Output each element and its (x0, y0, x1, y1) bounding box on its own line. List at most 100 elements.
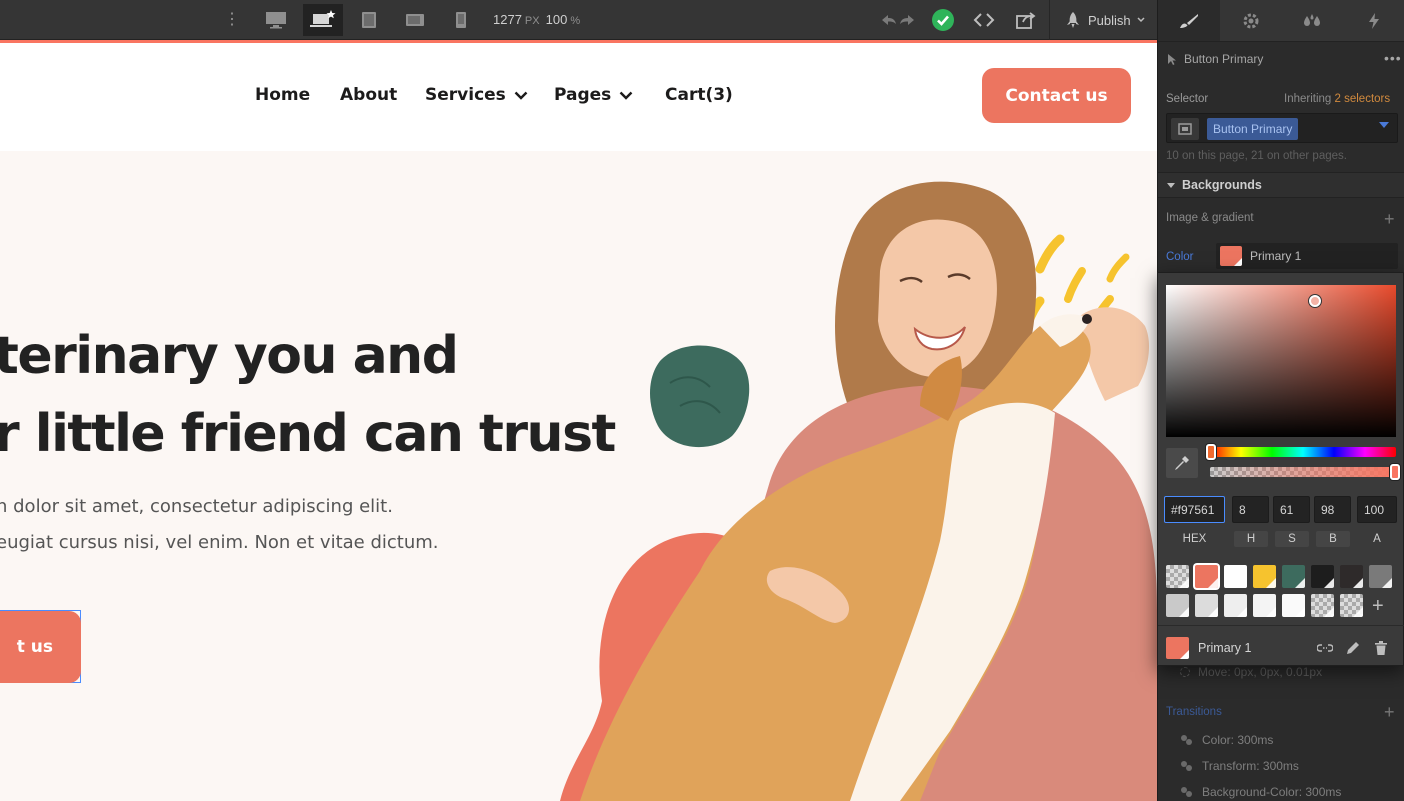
site-navbar: Home About Services Pages Cart(3) Contac… (0, 43, 1157, 151)
hue-slider-handle[interactable] (1206, 444, 1216, 460)
hero-contact-button[interactable]: t us (0, 611, 81, 683)
color-swatch[interactable] (1166, 565, 1189, 588)
color-swatch[interactable] (1282, 565, 1305, 588)
color-swatch[interactable] (1195, 594, 1218, 617)
nav-link-services[interactable]: Services (425, 85, 528, 105)
background-color-field[interactable]: Primary 1 (1216, 243, 1398, 269)
color-variable-row[interactable]: Primary 1 (1166, 635, 1398, 661)
publish-button[interactable]: Publish (1058, 6, 1151, 34)
hex-input[interactable]: #f97561 (1164, 496, 1225, 523)
selector-chip[interactable]: Button Primary (1207, 118, 1299, 140)
tab-style[interactable] (1158, 0, 1220, 41)
tab-interactions[interactable] (1343, 0, 1404, 41)
selector-state-icon[interactable] (1171, 118, 1199, 140)
saturation-brightness-area[interactable] (1166, 285, 1396, 437)
add-transition-icon[interactable]: + (1384, 703, 1395, 721)
saturation-brightness-handle[interactable] (1309, 295, 1321, 307)
chevron-down-icon (619, 91, 633, 100)
share-button[interactable] (1006, 4, 1046, 36)
breakpoint-mobile-landscape-button[interactable] (395, 4, 435, 36)
saturation-input[interactable]: 61 (1273, 496, 1310, 523)
transitions-label: Transitions (1166, 706, 1222, 718)
transition-row[interactable]: Background-Color: 300ms (1180, 785, 1341, 799)
code-export-button[interactable] (964, 4, 1004, 36)
nav-link-label: Services (425, 85, 506, 105)
transition-row[interactable]: Color: 300ms (1180, 733, 1273, 747)
hue-input[interactable]: 8 (1232, 496, 1269, 523)
width-value: 1277 (493, 12, 522, 27)
color-swatch[interactable] (1311, 594, 1334, 617)
more-horizontal-icon[interactable]: ••• (1384, 50, 1402, 66)
nav-link-cart[interactable]: Cart(3) (665, 85, 733, 105)
publish-status-button[interactable] (923, 4, 963, 36)
edit-variable-button[interactable] (1344, 639, 1362, 657)
selector-label: Selector (1166, 93, 1209, 105)
transition-row[interactable]: Transform: 300ms (1180, 759, 1299, 773)
color-swatch[interactable] (1369, 565, 1392, 588)
nav-contact-button[interactable]: Contact us (982, 68, 1131, 123)
width-unit: PX (524, 15, 540, 27)
trash-icon (1375, 641, 1387, 655)
unlink-icon (1317, 644, 1333, 652)
selector-dropdown-icon[interactable] (1379, 122, 1389, 128)
caret-down-icon (1167, 183, 1175, 188)
brush-icon (1179, 13, 1198, 28)
nav-link-label: Home (255, 85, 311, 105)
button-element-icon (1168, 54, 1176, 65)
color-swatch[interactable] (1195, 565, 1218, 588)
add-background-icon[interactable]: + (1384, 210, 1395, 228)
backgrounds-section-header[interactable]: Backgrounds (1158, 172, 1404, 198)
lightning-icon (1369, 12, 1380, 29)
breakpoint-mobile-portrait-button[interactable] (441, 4, 481, 36)
s-label: S (1275, 531, 1309, 547)
breakpoint-desktop-button[interactable] (256, 4, 296, 36)
alpha-input[interactable]: 100 (1357, 496, 1397, 523)
color-swatch[interactable] (1311, 565, 1334, 588)
transition-icon (1181, 735, 1192, 745)
brightness-input[interactable]: 98 (1314, 496, 1351, 523)
selector-field[interactable]: Button Primary (1166, 113, 1398, 143)
color-swatch (1220, 246, 1242, 266)
tab-settings[interactable] (1220, 0, 1282, 41)
section-title: Backgrounds (1182, 178, 1262, 192)
color-swatch[interactable] (1253, 594, 1276, 617)
nav-link-pages[interactable]: Pages (554, 85, 633, 105)
color-swatch[interactable] (1282, 594, 1305, 617)
phone-landscape-icon (406, 14, 424, 26)
nav-link-label: Pages (554, 85, 612, 105)
hue-slider[interactable] (1206, 444, 1396, 460)
alpha-slider-handle[interactable] (1390, 464, 1400, 480)
inheriting-prefix: Inheriting (1284, 93, 1332, 105)
toolbar-divider (1049, 0, 1050, 40)
code-brackets-icon (973, 13, 995, 27)
color-swatch[interactable] (1340, 565, 1363, 588)
alpha-slider[interactable] (1210, 464, 1400, 480)
inheriting-link[interactable]: 2 selectors (1335, 93, 1391, 105)
transition-text: Transform: 300ms (1202, 759, 1299, 773)
detach-variable-button[interactable] (1316, 639, 1334, 657)
color-swatch[interactable] (1253, 565, 1276, 588)
nav-link-home[interactable]: Home (255, 85, 310, 105)
color-swatch[interactable] (1340, 594, 1363, 617)
breakpoint-tablet-button[interactable] (349, 4, 389, 36)
move-transform-row[interactable]: Move: 0px, 0px, 0.01px (1180, 665, 1322, 679)
canvas-size-readout[interactable]: 1277 PX 100% (493, 12, 586, 27)
design-canvas[interactable]: Home About Services Pages Cart(3) Contac… (0, 43, 1157, 801)
eyedropper-button[interactable] (1166, 448, 1198, 478)
inheriting-text: Inheriting 2 selectors (1284, 93, 1390, 105)
undo-redo-icon (882, 15, 914, 25)
color-swatch[interactable] (1224, 565, 1247, 588)
breakpoint-base-button[interactable] (303, 4, 343, 36)
color-swatch[interactable] (1166, 594, 1189, 617)
delete-variable-button[interactable] (1372, 639, 1390, 657)
element-state-icon (1178, 123, 1192, 135)
tab-style-manager[interactable] (1282, 0, 1344, 41)
picker-divider (1158, 625, 1404, 626)
nav-link-about[interactable]: About (340, 85, 397, 105)
more-vertical-icon[interactable]: ⋮ (224, 10, 240, 30)
gear-icon (1243, 13, 1259, 28)
add-swatch-icon[interactable]: + (1372, 595, 1384, 618)
color-swatch[interactable] (1224, 594, 1247, 617)
undo-redo-buttons[interactable] (874, 4, 922, 36)
a-label: A (1373, 533, 1381, 545)
